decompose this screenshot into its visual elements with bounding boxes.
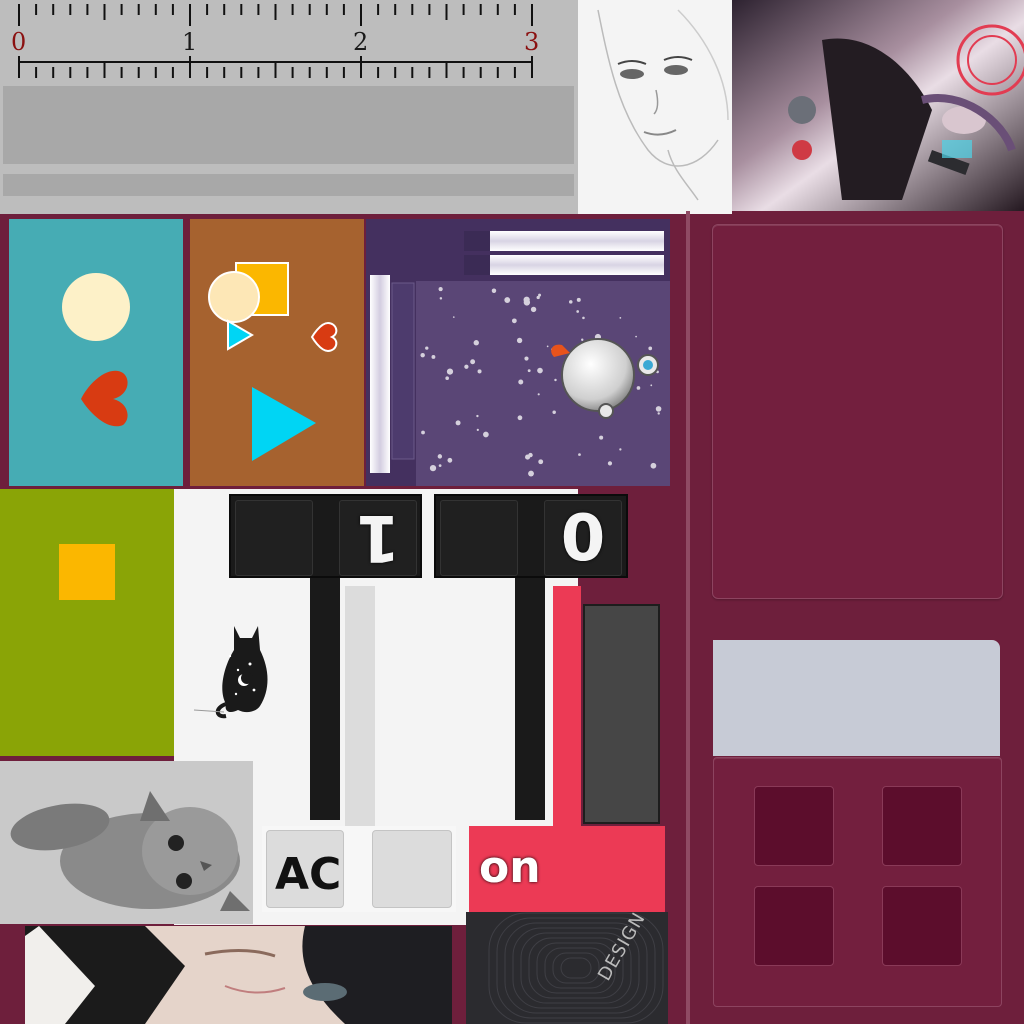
square-icon — [59, 544, 115, 600]
space-game-panel — [366, 219, 670, 486]
ruler-ticks — [18, 4, 533, 78]
robot-ball-icon — [561, 338, 635, 412]
ruler-track-thin — [3, 174, 574, 196]
play-icon — [252, 387, 316, 461]
on-button-label: on — [479, 842, 541, 893]
circle-icon — [208, 271, 260, 323]
progress-bar-bottom — [464, 255, 664, 275]
grid-slot-3[interactable] — [754, 886, 834, 966]
kitten-drawing-image — [0, 761, 253, 924]
green-shape-card[interactable] — [0, 489, 174, 756]
digit-display-left: 1 — [229, 494, 422, 578]
right-panel-header — [713, 640, 1000, 756]
kitten-icon — [0, 761, 253, 924]
right-panel-grid — [713, 757, 1002, 1007]
switch-stem-right — [515, 578, 545, 820]
ruler-label-1: 1 — [182, 28, 198, 56]
switch-track-right — [553, 586, 581, 826]
ruler-label-2: 2 — [353, 28, 369, 56]
teal-shape-card[interactable] — [9, 219, 183, 486]
switch-stem-left — [310, 578, 340, 820]
progress-bar-top — [464, 231, 664, 251]
ac-button[interactable]: AC — [266, 830, 344, 908]
ac-button-label: AC — [275, 849, 342, 900]
digit-left: 1 — [339, 500, 417, 576]
on-button[interactable]: on — [469, 826, 665, 912]
ruler-label-0: 0 — [11, 28, 27, 56]
teal-card-shapes — [62, 273, 130, 427]
digit-display-right: 0 — [434, 494, 628, 578]
small-heart-icon — [310, 321, 338, 353]
switch-slot — [583, 604, 660, 824]
circle-icon — [62, 273, 130, 341]
space-scene — [366, 219, 670, 486]
ac-button-group: AC — [262, 826, 456, 912]
brown-card-shapes — [208, 262, 338, 461]
vertical-bar — [370, 275, 390, 473]
digit-right: 0 — [544, 500, 622, 576]
design-card-image: DESIGN — [466, 912, 668, 1024]
heart-icon — [81, 370, 128, 427]
ruler-label-3: 3 — [524, 28, 540, 56]
right-panel-top — [712, 224, 1003, 599]
digit-cell-blank — [440, 500, 518, 576]
grid-slot-4[interactable] — [882, 886, 962, 966]
cat-icon — [193, 626, 268, 719]
grid-slot-1[interactable] — [754, 786, 834, 866]
brown-shape-card[interactable] — [190, 219, 364, 486]
robot-girl-icon — [732, 0, 1024, 211]
panel-divider — [686, 211, 690, 1024]
ruler-track — [3, 86, 574, 164]
face-sketch-icon — [597, 9, 729, 201]
portrait-icon — [25, 926, 452, 1024]
small-play-icon — [227, 319, 254, 351]
sketch-portrait-image — [578, 0, 732, 214]
portrait-painting-image — [25, 926, 452, 1024]
grid-slot-2[interactable] — [882, 786, 962, 866]
scifi-character-image — [732, 0, 1024, 211]
digit-cell-blank — [235, 500, 313, 576]
blank-button[interactable] — [372, 830, 452, 908]
cat-silhouette-image — [190, 620, 310, 720]
